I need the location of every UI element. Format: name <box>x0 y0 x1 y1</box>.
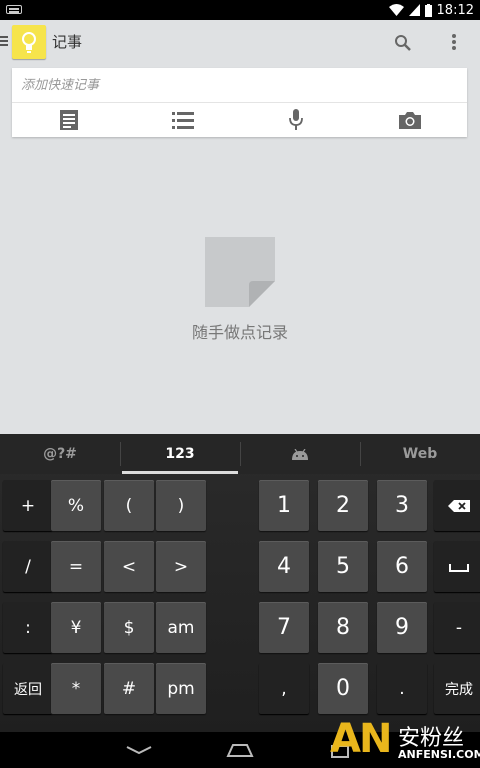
status-bar: 18:12 <box>0 0 480 20</box>
quick-note-input[interactable] <box>12 68 467 102</box>
key-asterisk[interactable]: * <box>51 663 101 714</box>
key-4[interactable]: 4 <box>259 541 309 592</box>
note-text-icon <box>59 110 78 130</box>
key-hash[interactable]: # <box>104 663 154 714</box>
drawer-menu-icon[interactable] <box>0 36 8 46</box>
key-2[interactable]: 2 <box>318 480 368 531</box>
key-percent[interactable]: % <box>51 480 101 531</box>
key-dollar[interactable]: $ <box>104 602 154 653</box>
chevron-down-icon <box>126 746 152 755</box>
done-key[interactable]: 完成 <box>434 663 480 714</box>
backspace-icon <box>448 499 470 512</box>
tab-symbols[interactable]: @?# <box>0 434 120 474</box>
back-key[interactable]: 返回 <box>3 663 53 714</box>
search-icon <box>395 35 411 51</box>
on-screen-keyboard: @?# 123 Web + % ( ) 1 2 3 / = < > 4 5 6 <box>0 434 480 732</box>
key-6[interactable]: 6 <box>377 541 427 592</box>
key-equals[interactable]: = <box>51 541 101 592</box>
android-icon <box>292 448 308 460</box>
list-icon <box>171 112 194 129</box>
empty-state-message: 随手做点记录 <box>191 323 288 342</box>
new-voice-note-button[interactable] <box>240 103 354 137</box>
keyboard-indicator-icon <box>6 5 22 14</box>
home-button[interactable] <box>220 736 260 764</box>
key-slash[interactable]: / <box>3 541 53 592</box>
key-greater-than[interactable]: > <box>156 541 206 592</box>
search-button[interactable] <box>390 30 416 56</box>
key-yen[interactable]: ¥ <box>51 602 101 653</box>
keep-logo-icon[interactable] <box>12 25 46 59</box>
key-period[interactable]: . <box>377 663 427 714</box>
key-open-paren[interactable]: ( <box>104 480 154 531</box>
key-plus[interactable]: + <box>3 480 53 531</box>
space-bar-icon <box>449 563 469 572</box>
keyboard-tabs: @?# 123 Web <box>0 434 480 474</box>
key-close-paren[interactable]: ) <box>156 480 206 531</box>
key-5[interactable]: 5 <box>318 541 368 592</box>
more-vert-icon <box>452 34 456 50</box>
key-minus[interactable]: - <box>434 602 480 653</box>
wifi-icon <box>388 4 404 16</box>
key-less-than[interactable]: < <box>104 541 154 592</box>
key-8[interactable]: 8 <box>318 602 368 653</box>
tab-web[interactable]: Web <box>360 434 480 474</box>
key-am[interactable]: am <box>156 602 206 653</box>
new-list-button[interactable] <box>126 103 240 137</box>
clock: 18:12 <box>436 2 474 18</box>
cell-signal-icon <box>408 4 420 16</box>
quick-note-card <box>12 68 467 137</box>
keep-app: 记事 添加快速记事 随手做点记录 <box>0 20 480 434</box>
key-colon[interactable]: : <box>3 602 53 653</box>
tab-emoticons[interactable] <box>240 434 360 474</box>
hide-keyboard-button[interactable] <box>119 736 159 764</box>
watermark-en: ANFENSI.COM <box>398 748 480 761</box>
new-text-note-button[interactable] <box>12 103 126 137</box>
new-photo-note-button[interactable] <box>353 103 467 137</box>
key-7[interactable]: 7 <box>259 602 309 653</box>
overflow-menu-button[interactable] <box>444 30 464 56</box>
camera-icon <box>399 112 422 129</box>
key-comma[interactable]: , <box>259 663 309 714</box>
tab-numbers[interactable]: 123 <box>120 434 240 474</box>
page-title: 记事 <box>52 33 83 51</box>
action-bar: 记事 <box>0 20 480 64</box>
space-key[interactable] <box>434 541 480 592</box>
key-1[interactable]: 1 <box>259 480 309 531</box>
key-3[interactable]: 3 <box>377 480 427 531</box>
microphone-icon <box>289 109 304 130</box>
quick-note-tools <box>12 103 467 137</box>
watermark-logo: AN 安粉丝 ANFENSI.COM <box>330 716 480 768</box>
home-icon <box>226 744 254 757</box>
backspace-key[interactable] <box>434 480 480 531</box>
key-9[interactable]: 9 <box>377 602 427 653</box>
key-pm[interactable]: pm <box>156 663 206 714</box>
empty-note-icon <box>205 237 275 307</box>
key-0[interactable]: 0 <box>318 663 368 714</box>
battery-icon <box>424 3 432 17</box>
watermark-an: AN <box>330 716 392 762</box>
